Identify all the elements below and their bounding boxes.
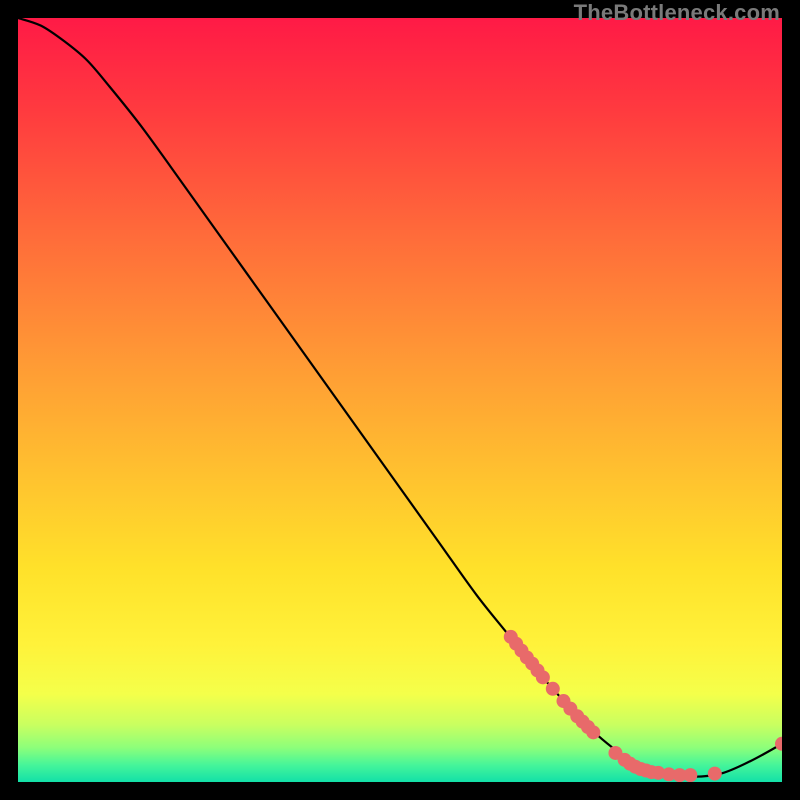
scatter-dot xyxy=(536,670,550,684)
scatter-dot xyxy=(586,725,600,739)
chart-svg xyxy=(18,18,782,782)
scatter-dot xyxy=(683,768,697,782)
gradient-background xyxy=(18,18,782,782)
plot-area xyxy=(18,18,782,782)
scatter-dot xyxy=(546,682,560,696)
chart-stage: TheBottleneck.com xyxy=(0,0,800,800)
watermark-text: TheBottleneck.com xyxy=(574,0,780,26)
scatter-dot xyxy=(708,767,722,781)
